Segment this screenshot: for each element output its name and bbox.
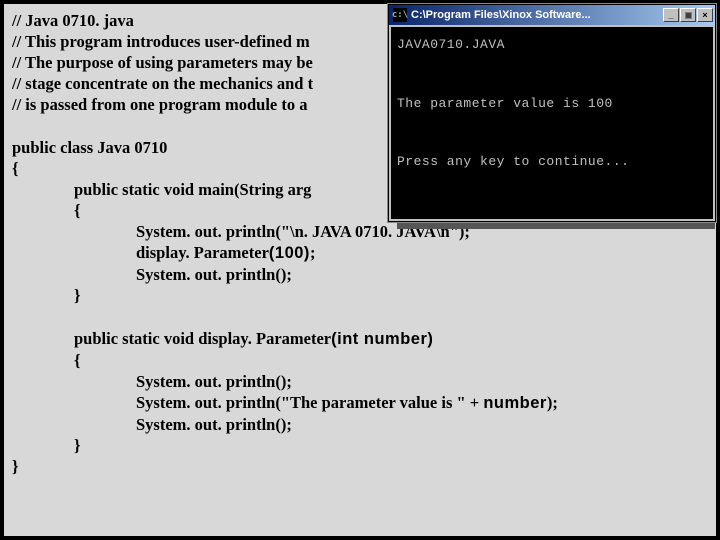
method-body-2: System. out. println("The parameter valu… xyxy=(12,392,708,414)
console-window: c:\ C:\Program Files\Xinox Software... _… xyxy=(388,4,716,222)
window-shadow xyxy=(397,223,715,229)
main-body-2: display. Parameter(100); xyxy=(12,242,708,264)
brace-open-3: { xyxy=(12,350,708,371)
method-body-3: System. out. println(); xyxy=(12,414,708,435)
brace-close-3: } xyxy=(12,435,708,456)
method-body-1: System. out. println(); xyxy=(12,371,708,392)
minimize-button[interactable]: _ xyxy=(663,8,679,22)
close-button[interactable]: × xyxy=(697,8,713,22)
console-output: JAVA0710.JAVA The parameter value is 100… xyxy=(391,27,713,219)
main-body-3: System. out. println(); xyxy=(12,264,708,285)
maximize-icon xyxy=(685,12,692,19)
cmd-icon: c:\ xyxy=(393,8,407,22)
slide-page: // Java 0710. java // This program intro… xyxy=(3,3,717,537)
maximize-button[interactable] xyxy=(680,8,696,22)
console-titlebar[interactable]: c:\ C:\Program Files\Xinox Software... _… xyxy=(389,5,715,25)
output-line-2: The parameter value is 100 xyxy=(397,96,613,111)
method-decl: public static void display. Parameter(in… xyxy=(12,328,708,350)
output-line-3: Press any key to continue... xyxy=(397,154,629,169)
output-line-1: JAVA0710.JAVA xyxy=(397,37,505,52)
brace-close: } xyxy=(12,456,708,477)
console-title: C:\Program Files\Xinox Software... xyxy=(411,9,663,21)
brace-close-2: } xyxy=(12,285,708,306)
